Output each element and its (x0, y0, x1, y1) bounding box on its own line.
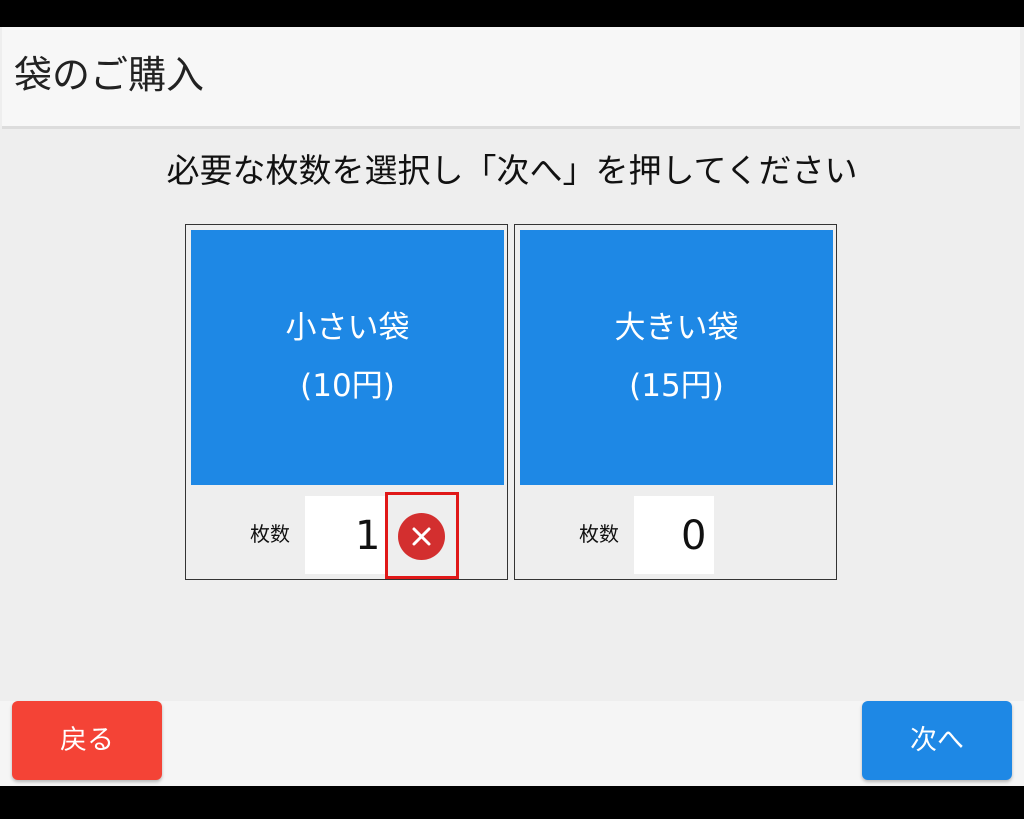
header-bar: 袋のご購入 (2, 27, 1020, 129)
small-bag-price: (10円) (300, 368, 395, 404)
large-bag-card: 大きい袋 (15円) 枚数 0 (514, 224, 837, 580)
small-bag-card: 小さい袋 (10円) 枚数 1 (185, 224, 508, 580)
large-bag-qty-value: 0 (681, 513, 707, 559)
instruction-text: 必要な枚数を選択し「次へ」を押してください (166, 151, 858, 190)
large-bag-button[interactable]: 大きい袋 (15円) (520, 230, 833, 485)
small-bag-name: 小さい袋 (285, 310, 410, 346)
screen: 袋のご購入 必要な枚数を選択し「次へ」を押してください 小さい袋 (10円) 枚… (0, 27, 1024, 786)
next-button[interactable]: 次へ (862, 701, 1012, 780)
back-button[interactable]: 戻る (12, 701, 162, 780)
small-bag-qty-value: 1 (355, 513, 381, 559)
small-bag-button[interactable]: 小さい袋 (10円) (191, 230, 504, 485)
large-bag-qty-label: 枚数 (579, 522, 619, 546)
page-title: 袋のご購入 (14, 53, 205, 97)
small-bag-clear-button[interactable] (385, 492, 459, 579)
large-bag-name: 大きい袋 (614, 310, 739, 346)
large-bag-price: (15円) (629, 368, 724, 404)
clear-x-icon[interactable] (398, 513, 445, 560)
small-bag-qty-label: 枚数 (250, 522, 290, 546)
